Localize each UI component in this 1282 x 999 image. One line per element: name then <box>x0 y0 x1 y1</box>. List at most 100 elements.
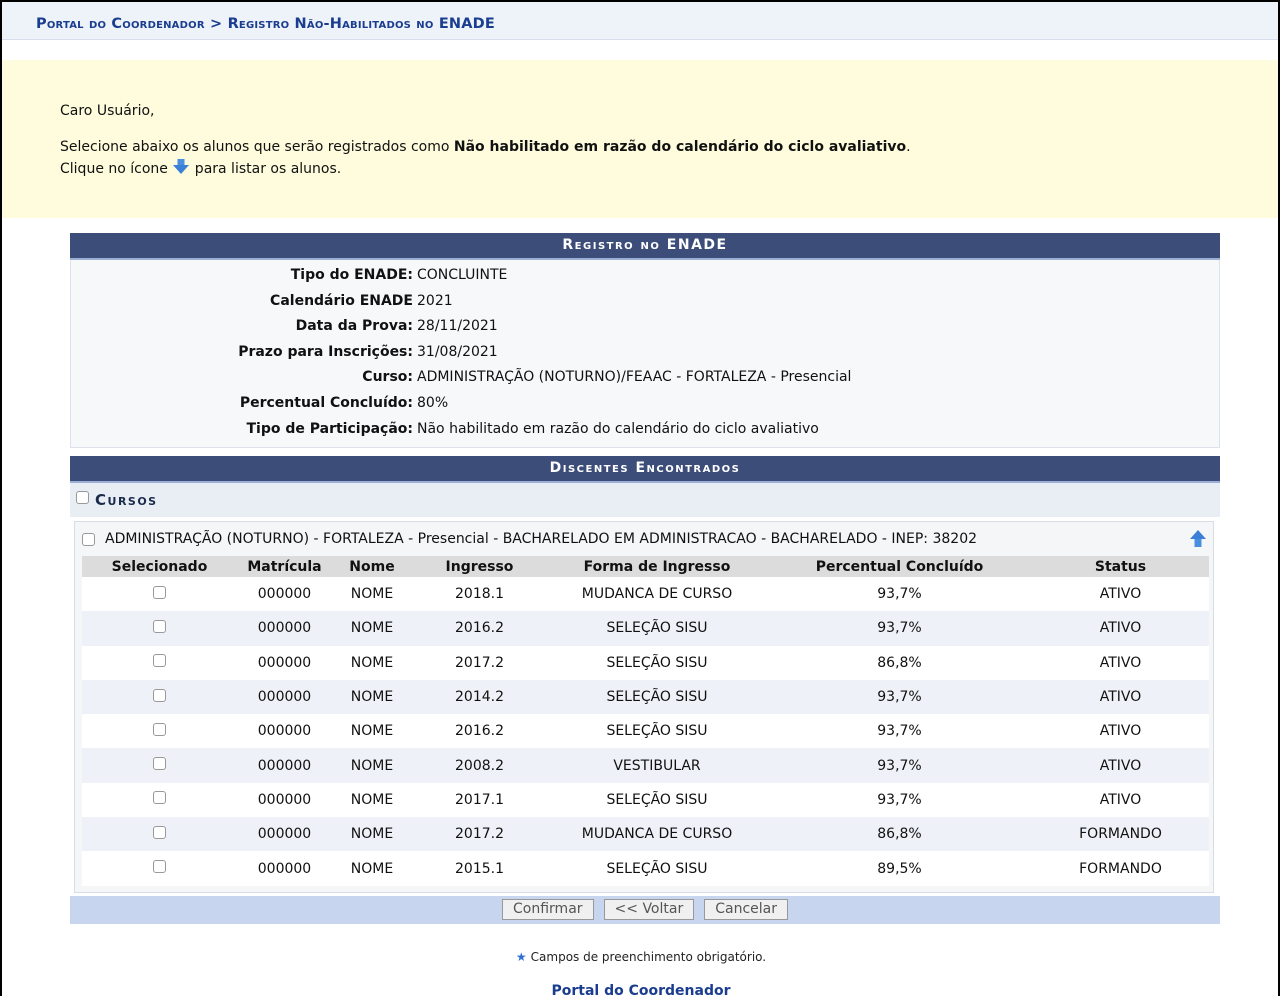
arrow-up-icon[interactable] <box>1189 530 1207 548</box>
cell-percentual: 93,7% <box>767 679 1032 715</box>
discentes-panel-title: Discentes Encontrados <box>70 456 1220 483</box>
row-checkbox[interactable] <box>153 825 166 839</box>
cell-matricula: 000000 <box>237 679 332 715</box>
detail-label: Data da Prova: <box>295 318 413 335</box>
cell-forma: SELEÇÃO SISU <box>547 782 767 818</box>
cell-matricula: 000000 <box>237 851 332 886</box>
cell-nome: NOME <box>332 679 412 715</box>
table-row: 000000 NOME 2017.1 SELEÇÃO SISU 93,7% AT… <box>82 782 1209 818</box>
cell-selecionado <box>82 679 237 715</box>
row-checkbox[interactable] <box>153 688 166 702</box>
detail-row-data-prova: Data da Prova: 28/11/2021 <box>71 314 1219 340</box>
col-status: Status <box>1032 556 1209 577</box>
row-checkbox[interactable] <box>153 791 166 805</box>
cell-matricula: 000000 <box>237 782 332 818</box>
course-name: ADMINISTRAÇÃO (NOTURNO) - FORTALEZA - Pr… <box>105 531 978 547</box>
cell-percentual: 93,7% <box>767 782 1032 818</box>
instruction-line-2: Clique no ícone para listar os alunos. <box>60 158 1278 180</box>
detail-label: Calendário ENADE <box>270 292 413 309</box>
action-buttons-bar: Confirmar << Voltar Cancelar <box>70 895 1220 924</box>
discentes-panel: Discentes Encontrados Cursos ADMINISTRAÇ… <box>70 456 1220 924</box>
table-row: 000000 NOME 2016.2 SELEÇÃO SISU 93,7% AT… <box>82 714 1209 749</box>
detail-value: Não habilitado em razão do calendário do… <box>417 420 819 437</box>
back-button[interactable]: << Voltar <box>603 899 695 921</box>
cell-percentual: 86,8% <box>767 817 1032 852</box>
cancel-button[interactable]: Cancelar <box>704 899 788 921</box>
table-row: 000000 NOME 2017.2 SELEÇÃO SISU 86,8% AT… <box>82 645 1209 680</box>
cell-matricula: 000000 <box>237 645 332 680</box>
cell-nome: NOME <box>332 817 412 852</box>
table-row: 000000 NOME 2016.2 SELEÇÃO SISU 93,7% AT… <box>82 611 1209 646</box>
registro-panel-title: Registro no ENADE <box>70 233 1220 260</box>
cell-status: FORMANDO <box>1032 851 1209 886</box>
cell-status: ATIVO <box>1032 645 1209 680</box>
cell-status: ATIVO <box>1032 782 1209 818</box>
cell-nome: NOME <box>332 577 412 612</box>
col-ingresso: Ingresso <box>412 556 547 577</box>
cursos-header: Cursos <box>70 483 1220 517</box>
table-header-row: Selecionado Matrícula Nome Ingresso Form… <box>82 556 1209 577</box>
cell-status: ATIVO <box>1032 748 1209 783</box>
students-table: Selecionado Matrícula Nome Ingresso Form… <box>82 556 1209 886</box>
table-row: 000000 NOME 2017.2 MUDANCA DE CURSO 86,8… <box>82 817 1209 852</box>
table-row: 000000 NOME 2015.1 SELEÇÃO SISU 89,5% FO… <box>82 851 1209 886</box>
cell-status: ATIVO <box>1032 611 1209 646</box>
row-checkbox[interactable] <box>153 722 166 736</box>
detail-label: Curso: <box>362 369 413 386</box>
cell-ingresso: 2017.2 <box>412 817 547 852</box>
detail-label: Tipo do ENADE: <box>290 267 413 283</box>
instruction-text: Selecione abaixo os alunos que serão reg… <box>60 139 454 155</box>
cell-ingresso: 2015.1 <box>412 851 547 886</box>
cell-status: FORMANDO <box>1032 817 1209 852</box>
row-checkbox[interactable] <box>153 585 166 599</box>
cell-percentual: 93,7% <box>767 748 1032 783</box>
col-selecionado: Selecionado <box>82 556 237 577</box>
cell-status: ATIVO <box>1032 679 1209 715</box>
select-course-checkbox[interactable] <box>82 532 95 546</box>
detail-label: Prazo para Inscrições: <box>238 343 413 360</box>
cell-selecionado <box>82 782 237 818</box>
row-checkbox[interactable] <box>153 654 166 668</box>
detail-value: CONCLUINTE <box>417 267 508 283</box>
cell-nome: NOME <box>332 748 412 783</box>
col-matricula: Matrícula <box>237 556 332 577</box>
row-checkbox[interactable] <box>153 619 166 633</box>
portal-coordenador-link[interactable]: Portal do Coordenador <box>0 983 1282 999</box>
cell-matricula: 000000 <box>237 817 332 852</box>
table-row: 000000 NOME 2014.2 SELEÇÃO SISU 93,7% AT… <box>82 679 1209 715</box>
cell-ingresso: 2018.1 <box>412 577 547 612</box>
cursos-label: Cursos <box>95 491 158 509</box>
instruction-click-text: Clique no ícone <box>60 161 168 177</box>
detail-row-calendario: Calendário ENADE 2021 <box>71 289 1219 315</box>
registro-enade-panel: Registro no ENADE Tipo do ENADE: CONCLUI… <box>70 233 1220 449</box>
course-group: ADMINISTRAÇÃO (NOTURNO) - FORTALEZA - Pr… <box>74 521 1214 893</box>
cell-selecionado <box>82 577 237 612</box>
cell-percentual: 93,7% <box>767 714 1032 749</box>
col-percentual: Percentual Concluído <box>767 556 1032 577</box>
cell-forma: SELEÇÃO SISU <box>547 611 767 646</box>
cell-matricula: 000000 <box>237 714 332 749</box>
cell-forma: MUDANCA DE CURSO <box>547 817 767 852</box>
instruction-period: . <box>906 139 911 155</box>
confirm-button[interactable]: Confirmar <box>502 899 594 921</box>
row-checkbox[interactable] <box>153 757 166 771</box>
detail-value: ADMINISTRAÇÃO (NOTURNO)/FEAAC - FORTALEZ… <box>417 369 852 386</box>
cell-selecionado <box>82 817 237 852</box>
col-forma-ingresso: Forma de Ingresso <box>547 556 767 577</box>
cell-selecionado <box>82 611 237 646</box>
table-row: 000000 NOME 2018.1 MUDANCA DE CURSO 93,7… <box>82 577 1209 612</box>
cell-forma: SELEÇÃO SISU <box>547 645 767 680</box>
row-checkbox[interactable] <box>153 860 166 874</box>
course-header: ADMINISTRAÇÃO (NOTURNO) - FORTALEZA - Pr… <box>75 522 1213 556</box>
detail-value: 28/11/2021 <box>417 318 498 335</box>
cell-percentual: 86,8% <box>767 645 1032 680</box>
detail-value: 2021 <box>417 292 453 309</box>
cell-ingresso: 2008.2 <box>412 748 547 783</box>
detail-label: Tipo de Participação: <box>246 420 413 437</box>
col-nome: Nome <box>332 556 412 577</box>
cell-matricula: 000000 <box>237 611 332 646</box>
cell-ingresso: 2017.2 <box>412 645 547 680</box>
select-all-cursos-checkbox[interactable] <box>76 490 89 504</box>
cell-selecionado <box>82 645 237 680</box>
cell-forma: VESTIBULAR <box>547 748 767 783</box>
